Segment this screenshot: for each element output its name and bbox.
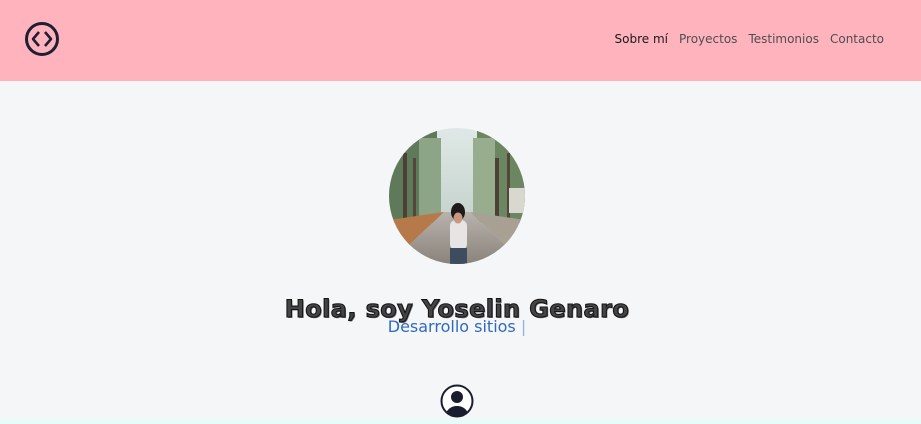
hero-section: Hola, soy Yoselin Genaro Desarrollo siti… — [0, 81, 921, 419]
nav-links: Sobre mí Proyectos Testimonios Contacto — [615, 31, 884, 47]
nav-link-sobre-mi[interactable]: Sobre mí — [615, 31, 668, 47]
nav-link-proyectos[interactable]: Proyectos — [679, 31, 737, 47]
nav-link-contacto[interactable]: Contacto — [830, 31, 884, 47]
typing-cursor: | — [520, 317, 527, 336]
user-circle-icon[interactable] — [440, 384, 474, 418]
code-brackets-icon[interactable] — [24, 21, 60, 57]
profile-photo — [389, 128, 525, 264]
next-section-edge — [0, 419, 921, 424]
typing-text: Desarrollo sitios — [387, 317, 516, 336]
nav-link-testimonios[interactable]: Testimonios — [748, 31, 819, 47]
navbar: Sobre mí Proyectos Testimonios Contacto — [0, 0, 921, 81]
hero-subtitle: Desarrollo sitios | — [0, 317, 914, 336]
